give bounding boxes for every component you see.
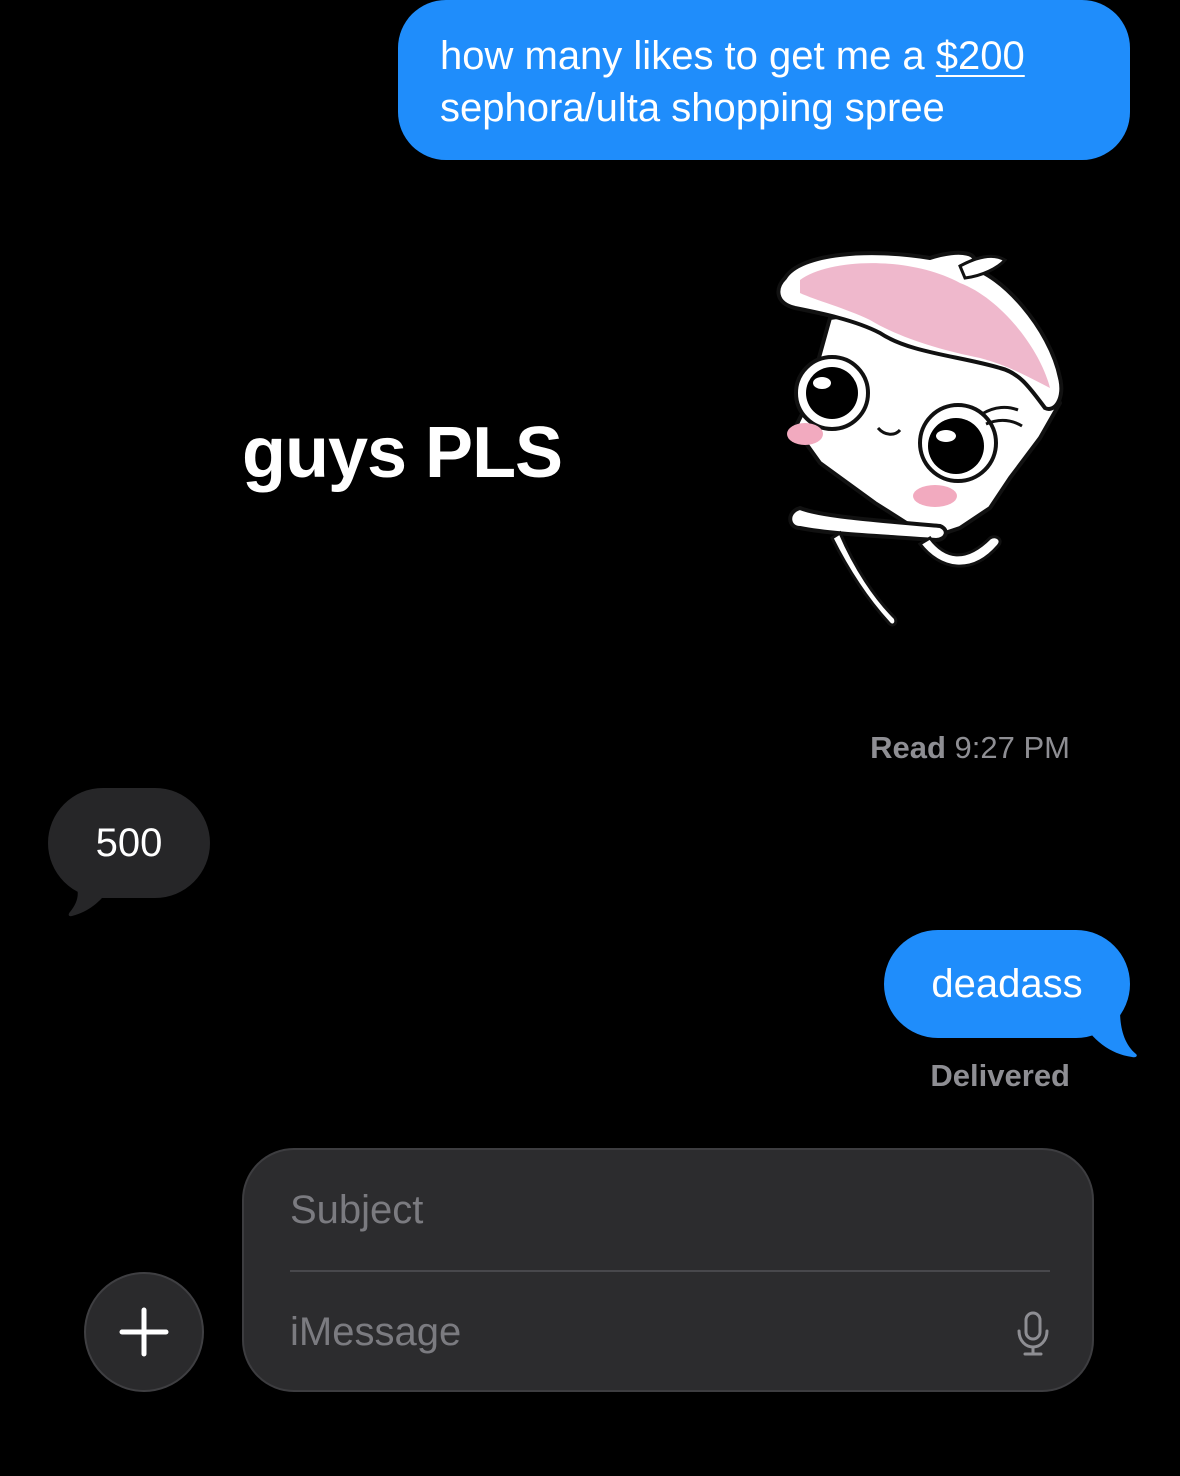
microphone-icon [1017, 1311, 1049, 1356]
add-attachment-button[interactable] [84, 1272, 204, 1392]
message-text: deadass [931, 961, 1083, 1006]
outgoing-message-bubble[interactable]: how many likes to get me a $200 sephora/… [398, 0, 1130, 160]
message-text: 500 [95, 820, 163, 865]
conversation-view: how many likes to get me a $200 sephora/… [0, 0, 1180, 1476]
compose-divider [290, 1270, 1050, 1272]
price-link[interactable]: $200 [936, 34, 1025, 78]
incoming-bubble-tail [66, 872, 116, 917]
message-text: how many likes to get me a [440, 34, 936, 78]
read-time: 9:27 PM [954, 730, 1070, 765]
plus-icon [119, 1307, 169, 1357]
read-label: Read [870, 730, 946, 765]
compose-box [242, 1148, 1094, 1392]
sticker-caption[interactable]: guys PLS [242, 408, 563, 498]
dictation-button[interactable] [1008, 1306, 1058, 1362]
message-text-line2: sephora/ulta shopping spree [440, 86, 945, 130]
imessage-input[interactable] [290, 1302, 970, 1362]
read-receipt: Read 9:27 PM [870, 730, 1070, 766]
delivered-receipt: Delivered [930, 1058, 1070, 1093]
outgoing-bubble-tail [1080, 1010, 1137, 1058]
subject-input[interactable] [290, 1180, 1030, 1240]
cartoon-character-sticker[interactable] [760, 238, 1090, 638]
